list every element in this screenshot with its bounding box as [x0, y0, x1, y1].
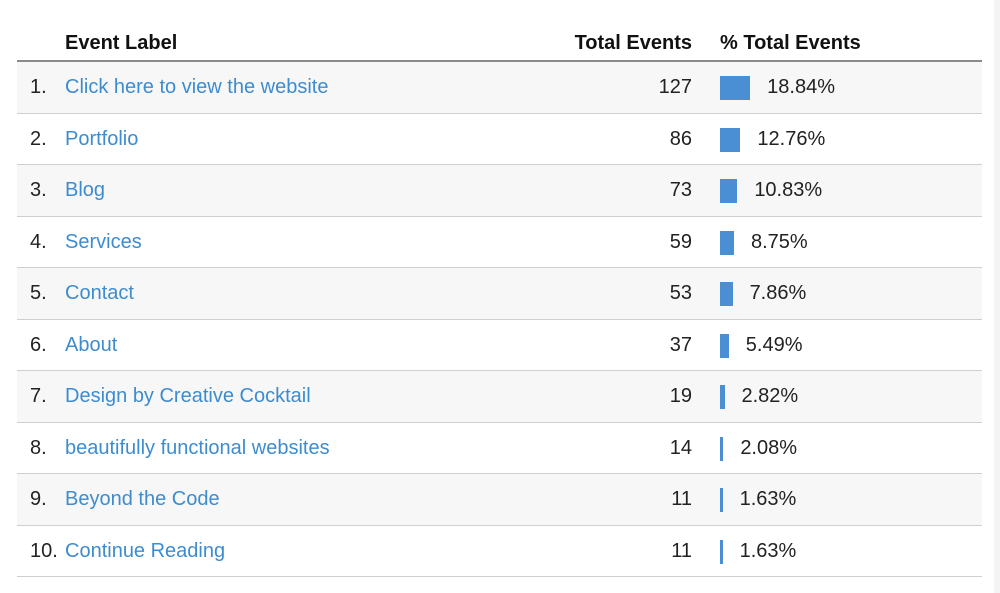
- event-label-link[interactable]: Portfolio: [65, 128, 138, 151]
- total-events: 11: [671, 488, 692, 510]
- row-rank: 1.: [30, 76, 47, 98]
- scrollbar-track[interactable]: [994, 0, 1000, 593]
- header-percent-total-events[interactable]: % Total Events: [720, 32, 861, 55]
- total-events: 11: [671, 539, 692, 562]
- event-label-link[interactable]: About: [65, 334, 117, 357]
- percent-total-events: 2.08%: [740, 436, 798, 459]
- percent-bar: [720, 127, 741, 152]
- header-total-events[interactable]: Total Events: [575, 32, 692, 55]
- row-rank: 9.: [30, 488, 47, 510]
- table-row: 5. Contact 53 7.86%: [17, 268, 982, 320]
- total-events: 73: [669, 179, 692, 201]
- percent-bar: [720, 539, 723, 564]
- row-rank: 5.: [30, 282, 47, 304]
- table-header: Event Label Total Events % Total Events: [17, 26, 982, 62]
- percent-bar: [720, 76, 751, 100]
- event-label-link[interactable]: Blog: [65, 179, 105, 202]
- table-row: 8. beautifully functional websites 14 2.08%: [17, 423, 982, 474]
- percent-bar: [720, 333, 729, 358]
- table-row: 4. Services 59 8.75%: [17, 217, 982, 268]
- row-rank: 6.: [30, 333, 47, 356]
- row-rank: 10.: [30, 539, 58, 562]
- total-events: 37: [669, 333, 692, 356]
- event-label-link[interactable]: Click here to view the website: [65, 76, 328, 99]
- percent-bar: [720, 488, 723, 512]
- row-rank: 4.: [30, 230, 47, 253]
- percent-bar: [720, 385, 725, 409]
- percent-total-events: 1.63%: [739, 539, 797, 562]
- percent-total-events: 18.84%: [767, 76, 835, 98]
- total-events: 59: [669, 230, 692, 253]
- event-label-link[interactable]: Design by Creative Cocktail: [65, 385, 311, 408]
- percent-total-events: 8.75%: [751, 230, 808, 253]
- row-rank: 7.: [30, 385, 47, 407]
- row-rank: 3.: [30, 179, 47, 201]
- percent-bar: [720, 230, 734, 255]
- total-events: 86: [669, 127, 692, 150]
- event-label-link[interactable]: Services: [65, 231, 142, 254]
- row-rank: 2.: [30, 127, 47, 150]
- table-row: 10. Continue Reading 11 1.63%: [17, 526, 982, 577]
- total-events: 127: [658, 76, 692, 98]
- total-events: 53: [669, 282, 692, 304]
- percent-total-events: 2.82%: [741, 385, 799, 407]
- table-row: 1. Click here to view the website 127 18.84…: [17, 62, 982, 114]
- percent-total-events: 10.83%: [754, 179, 823, 201]
- percent-bar: [720, 282, 733, 306]
- header-event-label[interactable]: Event Label: [65, 32, 177, 55]
- row-rank: 8.: [30, 436, 47, 459]
- table-row: 9. Beyond the Code 11 1.63%: [17, 474, 982, 526]
- table-row: 7. Design by Creative Cocktail 19 2.82%: [17, 371, 982, 423]
- table-row: 3. Blog 73 10.83%: [17, 165, 982, 217]
- event-label-link[interactable]: beautifully functional websites: [65, 437, 330, 460]
- table-row: 6. About 37 5.49%: [17, 320, 982, 371]
- percent-total-events: 1.63%: [739, 488, 797, 510]
- event-label-link[interactable]: Continue Reading: [65, 540, 225, 563]
- percent-total-events: 12.76%: [757, 127, 826, 150]
- events-table: Event Label Total Events % Total Events …: [17, 26, 982, 577]
- event-label-link[interactable]: Contact: [65, 282, 134, 305]
- percent-total-events: 5.49%: [745, 333, 803, 356]
- total-events: 19: [669, 385, 692, 407]
- percent-total-events: 7.86%: [749, 282, 807, 304]
- percent-bar: [720, 179, 738, 203]
- table-row: 2. Portfolio 86 12.76%: [17, 114, 982, 165]
- event-label-link[interactable]: Beyond the Code: [65, 488, 220, 511]
- percent-bar: [720, 436, 724, 461]
- total-events: 14: [669, 436, 692, 459]
